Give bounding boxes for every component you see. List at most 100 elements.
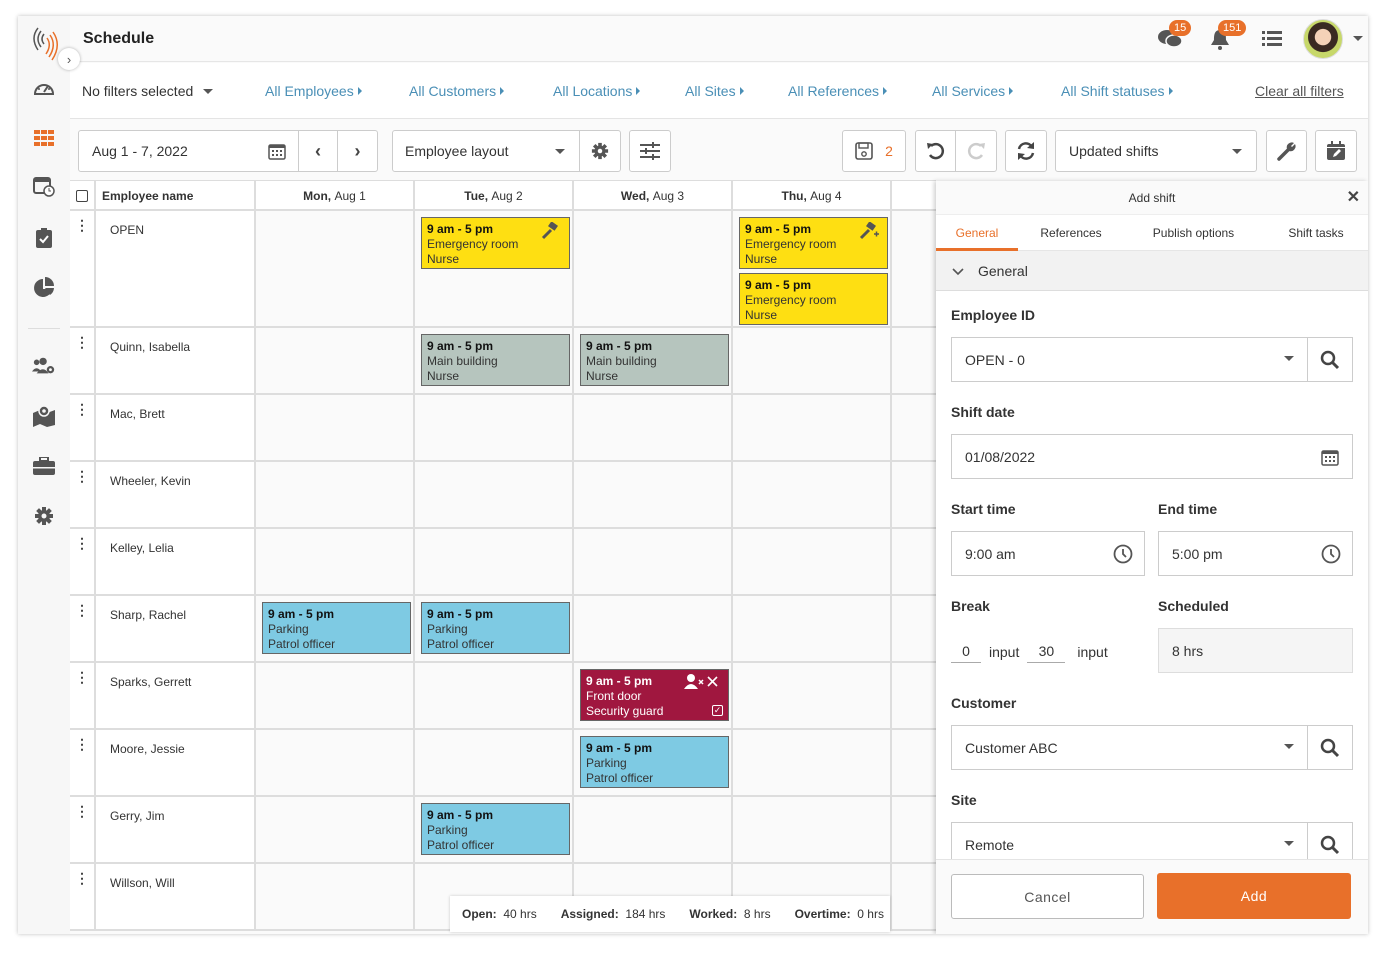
column-header-day[interactable]: Tue, Aug 2 [415,181,574,211]
general-section-toggle[interactable]: General [936,251,1368,291]
day-cell[interactable] [256,328,415,393]
user-avatar[interactable] [1303,19,1343,59]
end-time-input[interactable]: 5:00 pm [1158,531,1353,576]
briefcase-icon[interactable] [32,454,56,478]
map-marker-icon[interactable] [32,404,56,428]
column-header-day[interactable]: Wed, Aug 3 [574,181,733,211]
checked-checkbox-icon[interactable]: ✓ [712,705,723,716]
day-cell[interactable] [892,663,942,728]
day-cell[interactable] [892,730,942,795]
day-cell[interactable] [892,797,942,862]
day-cell[interactable] [574,395,733,460]
shift-card[interactable]: 9 am - 5 pm Emergency room Nurse [739,273,888,325]
employee-name[interactable]: Moore, Jessie [96,730,256,795]
day-cell[interactable] [733,529,892,594]
close-icon[interactable]: ✕ [1347,181,1360,215]
shift-card[interactable]: 9 am - 5 pm Parking Patrol officer [421,602,570,654]
redo-button[interactable] [956,131,996,171]
employee-search-button[interactable] [1307,338,1352,381]
day-cell[interactable] [574,529,733,594]
day-cell[interactable] [256,797,415,862]
filter-shift-statuses[interactable]: All Shift statuses [1061,83,1173,99]
shift-card[interactable]: 9 am - 5 pm Main building Nurse [580,334,729,386]
tools-button[interactable] [1266,130,1307,172]
shift-card[interactable]: 9 am - 5 pm Parking Patrol officer [262,602,411,654]
shift-card[interactable]: 9 am - 5 pm Emergency room Nurse [421,217,570,269]
day-cell[interactable] [256,864,415,929]
day-cell[interactable] [733,797,892,862]
day-cell[interactable] [892,529,942,594]
clock-icon[interactable] [1321,544,1341,564]
filter-customers[interactable]: All Customers [409,83,505,99]
users-settings-icon[interactable] [32,354,56,378]
break-minutes-input[interactable]: 30 [1027,643,1066,663]
clipboard-check-icon[interactable] [32,226,56,250]
day-cell[interactable] [892,328,942,393]
schedule-grid-icon[interactable] [32,126,56,150]
shift-card[interactable]: 9 am - 5 pm Parking Patrol officer [580,736,729,788]
employee-name[interactable]: Gerry, Jim [96,797,256,862]
day-cell[interactable] [415,730,574,795]
column-header-employee[interactable]: Employee name [96,181,256,211]
clock-icon[interactable] [1113,544,1133,564]
day-cell[interactable] [256,462,415,527]
day-cell[interactable] [733,395,892,460]
shift-card[interactable]: 9 am - 5 pm Emergency room Nurse [739,217,888,269]
day-cell[interactable] [256,730,415,795]
day-cell[interactable] [733,328,892,393]
tab-general[interactable]: General [936,215,1018,251]
settings-gear-icon[interactable] [32,504,56,528]
day-cell[interactable] [574,596,733,661]
cancel-button[interactable]: Cancel [951,874,1144,919]
filter-services[interactable]: All Services [932,83,1014,99]
clear-all-filters-link[interactable]: Clear all filters [1255,83,1344,99]
day-cell[interactable] [733,730,892,795]
day-cell[interactable] [892,864,942,929]
day-cell[interactable] [574,211,733,326]
day-cell[interactable] [256,395,415,460]
employee-name[interactable]: Sharp, Rachel [96,596,256,661]
day-cell[interactable] [415,529,574,594]
day-cell[interactable] [256,663,415,728]
row-menu-icon[interactable]: ⋮ [70,864,96,929]
column-header-day[interactable]: Thu, Aug 4 [733,181,892,211]
gavel-icon[interactable] [541,221,561,244]
employee-name[interactable]: Willson, Will [96,864,256,929]
filter-references[interactable]: All References [788,83,888,99]
tab-shift-tasks[interactable]: Shift tasks [1271,215,1361,251]
employee-name[interactable]: Sparks, Gerrett [96,663,256,728]
notifications-button[interactable]: 151 [1210,20,1247,52]
filter-sites[interactable]: All Sites [685,83,744,99]
day-cell[interactable] [256,529,415,594]
expand-sidebar-button[interactable]: › [58,48,80,70]
column-header-day[interactable]: Mon, Aug 1 [256,181,415,211]
column-header-day[interactable] [892,181,942,211]
row-menu-icon[interactable]: ⋮ [70,663,96,728]
shift-card[interactable]: 9 am - 5 pm Main building Nurse [421,334,570,386]
select-all-checkbox[interactable] [70,181,96,211]
row-menu-icon[interactable]: ⋮ [70,211,96,326]
shift-card[interactable]: 9 am - 5 pm Front door Security guard ✓ [580,669,729,721]
row-menu-icon[interactable]: ⋮ [70,328,96,393]
row-menu-icon[interactable]: ⋮ [70,797,96,862]
day-cell[interactable] [415,462,574,527]
edit-calendar-button[interactable] [1315,130,1357,172]
calendar-clock-icon[interactable] [32,174,56,198]
shift-card[interactable]: 9 am - 5 pm Parking Patrol officer [421,803,570,855]
employee-name[interactable]: Mac, Brett [96,395,256,460]
customer-select[interactable]: Customer ABC [951,725,1353,770]
save-changes-button[interactable]: 2 [842,130,906,172]
calendar-icon[interactable] [1321,448,1339,466]
day-cell[interactable] [415,395,574,460]
row-menu-icon[interactable]: ⋮ [70,596,96,661]
day-cell[interactable] [256,211,415,326]
next-week-button[interactable]: › [338,131,377,171]
day-cell[interactable] [892,395,942,460]
filter-locations[interactable]: All Locations [553,83,641,99]
row-menu-icon[interactable]: ⋮ [70,730,96,795]
employee-name[interactable]: Kelley, Lelia [96,529,256,594]
day-cell[interactable] [892,596,942,661]
filter-employees[interactable]: All Employees [265,83,362,99]
day-cell[interactable] [415,663,574,728]
date-range-picker[interactable]: Aug 1 - 7, 2022 [79,131,299,171]
